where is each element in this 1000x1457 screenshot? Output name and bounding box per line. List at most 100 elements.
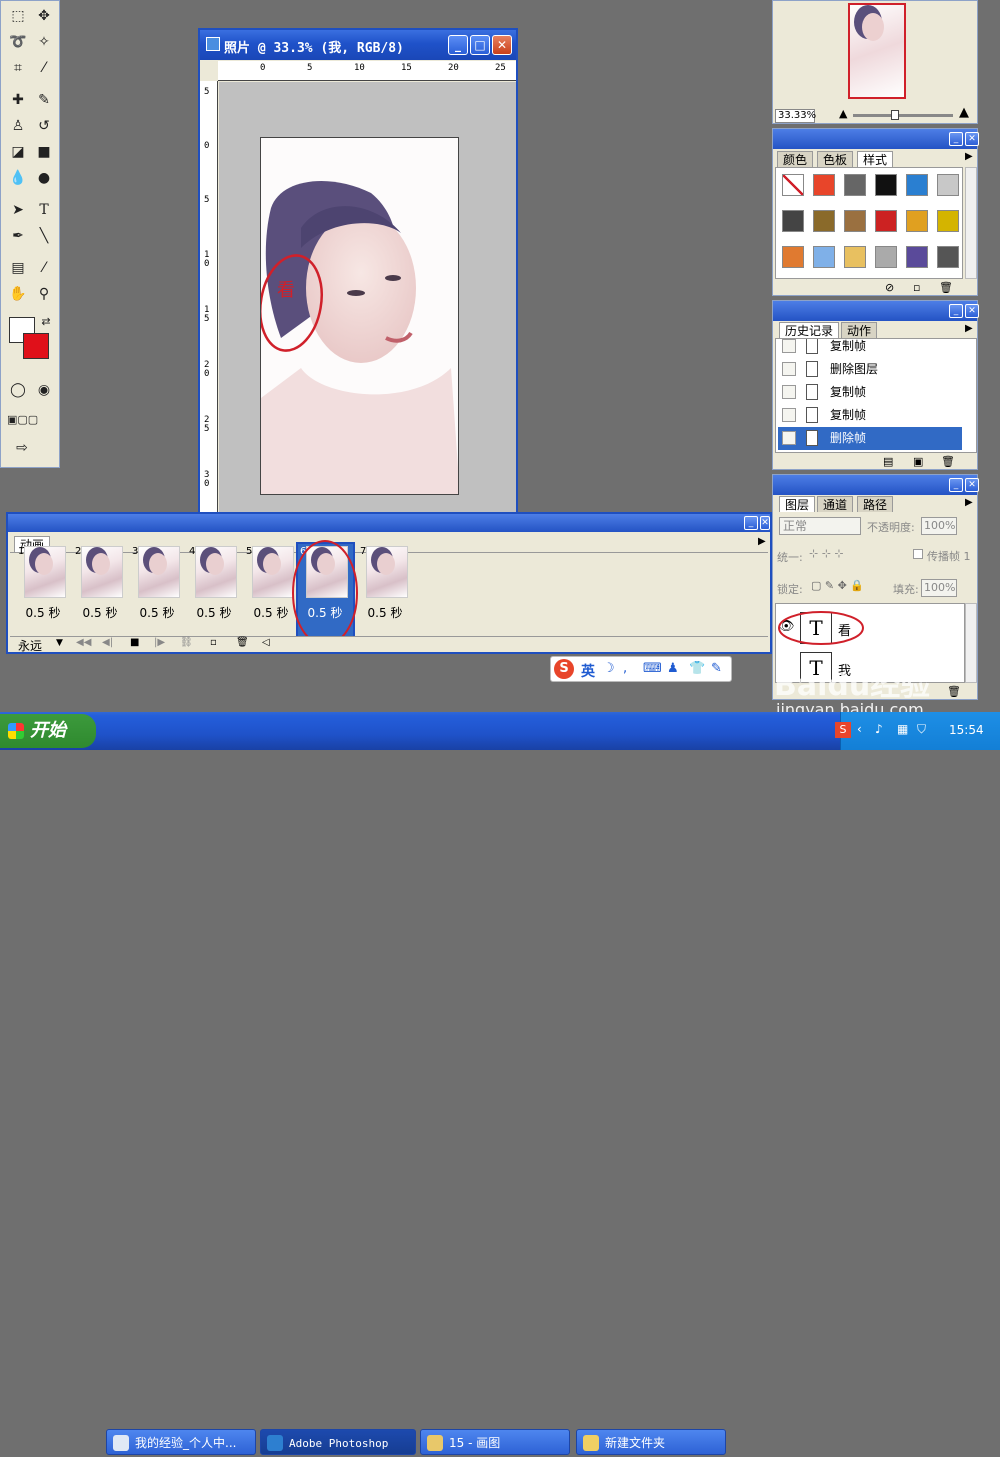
quickmask-mode-icon[interactable]: ◉ [33,379,55,401]
hand-tool-icon[interactable]: ✋ [7,283,29,305]
clock[interactable]: 15:54 [949,723,984,737]
line-tool-icon[interactable]: ╲ [33,225,55,247]
delete-state-icon[interactable]: 🗑 [941,455,955,468]
zoom-tool-icon[interactable]: ⚲ [33,283,55,305]
clear-style-icon[interactable]: ⊘ [885,281,894,294]
style-swatch[interactable] [906,174,928,196]
panel-close-button[interactable]: ✕ [760,516,770,530]
layer-row[interactable]: 👁 T 看 [776,610,964,646]
style-swatch[interactable] [844,210,866,232]
style-swatch[interactable] [844,174,866,196]
zoom-slider[interactable] [853,110,953,120]
tab-history[interactable]: 历史记录 [779,322,840,338]
style-swatch[interactable] [782,174,804,196]
stop-icon[interactable]: ■ [130,637,139,648]
style-swatch[interactable] [875,210,897,232]
style-swatch[interactable] [937,210,959,232]
panel-minimize-button[interactable]: _ [949,478,963,492]
tab-swatches[interactable]: 色板 [817,151,854,167]
tab-paths[interactable]: 路径 [857,496,894,512]
history-item[interactable]: 复制帧 [778,381,962,404]
style-swatch[interactable] [782,246,804,268]
styles-panel-titlebar[interactable]: _ ✕ [773,129,979,149]
panel-close-button[interactable]: ✕ [965,478,979,492]
tray-network-icon[interactable]: ▦ [897,722,908,736]
zoom-field[interactable]: 33.33% [775,109,816,123]
panel-minimize-button[interactable]: _ [949,304,963,318]
tab-actions[interactable]: 动作 [841,322,878,338]
ime-punct-icon[interactable]: ☽ [603,661,615,676]
jump-to-imageready-icon[interactable]: ⇨ [11,437,33,459]
gradient-tool-icon[interactable]: ■ [33,141,55,163]
document-titlebar[interactable]: 照片 @ 33.3% (我, RGB/8) _ □ ✕ [200,30,516,60]
new-snapshot-icon[interactable]: ▣ [913,455,923,468]
next-frame-icon[interactable]: |▶ [154,637,165,648]
style-swatch[interactable] [906,210,928,232]
sogou-logo[interactable]: S [554,659,574,679]
healing-brush-icon[interactable]: ✚ [7,89,29,111]
eraser-tool-icon[interactable]: ◪ [7,141,29,163]
start-button[interactable]: 开始 [0,714,96,748]
tab-layers[interactable]: 图层 [779,496,816,512]
screen-mode-icon[interactable]: ▣▢▢ [7,409,38,431]
history-checkbox[interactable] [782,431,796,445]
lasso-tool-icon[interactable]: ➰ [7,31,29,53]
marquee-tool-icon[interactable]: ⬚ [7,5,29,27]
delete-style-icon[interactable]: 🗑 [939,281,953,294]
history-brush-icon[interactable]: ↺ [33,115,55,137]
style-swatch[interactable] [906,246,928,268]
close-button[interactable]: ✕ [492,35,512,55]
tab-styles[interactable]: 样式 [857,151,894,167]
style-swatch[interactable] [937,246,959,268]
zoom-in-icon[interactable]: ▲ [959,105,969,120]
history-checkbox[interactable] [782,385,796,399]
history-checkbox[interactable] [782,362,796,376]
canvas-area[interactable]: 看 [219,82,516,515]
taskbar-item-photoshop[interactable]: Adobe Photoshop [260,1429,416,1455]
blur-tool-icon[interactable]: 💧 [7,167,29,189]
loop-select[interactable]: 永远 [18,637,42,654]
panel-close-button[interactable]: ✕ [965,304,979,318]
tray-sogou-icon[interactable]: S [835,722,851,738]
crop-tool-icon[interactable]: ⌗ [7,57,29,79]
tween-icon[interactable]: ⛓ [180,637,193,648]
slice-tool-icon[interactable]: ⁄ [33,57,55,79]
tray-arrow-icon[interactable]: ‹ [857,722,862,736]
fill-field[interactable]: 100% [921,579,957,597]
minimize-button[interactable]: _ [448,35,468,55]
new-style-icon[interactable]: ▫ [913,281,920,294]
animation-frame[interactable]: 4 0.5 秒 [187,544,242,639]
ime-comma-icon[interactable]: , [623,661,627,676]
blend-mode-select[interactable]: 正常 [779,517,861,535]
history-checkbox[interactable] [782,408,796,422]
animation-frame[interactable]: 2 0.5 秒 [73,544,128,639]
notes-tool-icon[interactable]: ▤ [7,257,29,279]
frame-delay[interactable]: 0.5 秒 [246,604,296,621]
panel-menu-icon[interactable]: ▶ [965,151,973,162]
stamp-tool-icon[interactable]: ♙ [7,115,29,137]
style-swatch[interactable] [875,246,897,268]
ime-skin-icon[interactable]: 👕 [689,661,705,676]
unify-icons[interactable]: ⊹ ⊹ ⊹ [809,547,844,560]
panel-minimize-button[interactable]: _ [744,516,758,530]
zoom-slider-thumb[interactable] [891,110,899,120]
brush-tool-icon[interactable]: ✎ [33,89,55,111]
eyedropper-tool-icon[interactable]: ⁄ [33,257,55,279]
style-swatch[interactable] [782,210,804,232]
delete-frame-icon[interactable]: 🗑 [236,637,249,648]
propagate-checkbox[interactable] [913,549,923,559]
tab-color[interactable]: 颜色 [777,151,814,167]
dodge-tool-icon[interactable]: ● [33,167,55,189]
swap-colors-icon[interactable]: ⇄ [35,311,57,333]
animation-frame[interactable]: 1 0.5 秒 [16,544,71,639]
frame-delay[interactable]: 0.5 秒 [189,604,239,621]
standard-mode-icon[interactable]: ◯ [7,379,29,401]
maximize-button[interactable]: □ [470,35,490,55]
history-panel-titlebar[interactable]: _ ✕ [773,301,979,321]
move-tool-icon[interactable]: ✥ [33,5,55,27]
frame-delay[interactable]: 0.5 秒 [360,604,410,621]
tab-channels[interactable]: 通道 [817,496,854,512]
history-item[interactable]: 删除图层 [778,358,962,381]
animation-frame[interactable]: 3 0.5 秒 [130,544,185,639]
history-item[interactable]: 复制帧 [778,339,962,358]
